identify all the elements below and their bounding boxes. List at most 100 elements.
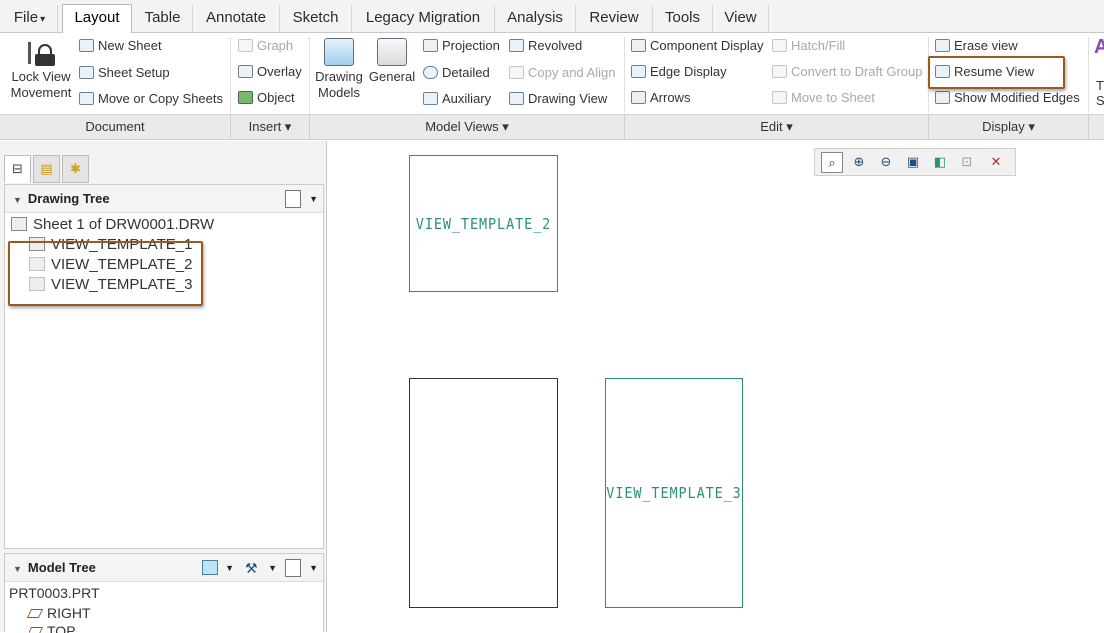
tab-annotate[interactable]: Annotate [193,5,280,32]
zoom-out-icon[interactable]: ⊖ [875,152,897,173]
revolved-button[interactable]: Revolved [509,36,582,56]
collapse-triangle-icon: ▼ [13,195,22,205]
lock-view-movement-button[interactable]: Lock View Movement [8,38,74,101]
group-edit[interactable]: Edit ▾ [625,115,929,140]
component-display-label: Component Display [650,38,764,53]
tab-file[interactable]: File ▾ [2,5,58,32]
model-tree-item-right[interactable]: RIGHT [26,603,91,623]
overlay-button[interactable]: Overlay [238,62,302,82]
graph-button[interactable]: Graph [238,36,293,56]
group-document[interactable]: Document [0,115,231,140]
convert-draft-icon [772,65,787,78]
new-sheet-button[interactable]: New Sheet [79,36,162,56]
projection-icon [423,39,438,52]
graphics-toolbar: ⌕ ⊕ ⊖ ▣ ◧ ⊡ ✕ [814,148,1016,176]
view-template-1-box[interactable] [409,378,558,608]
lock-view-label-1: Lock View [11,69,71,84]
tab-sketch[interactable]: Sketch [280,5,352,32]
tree-settings-icon[interactable] [285,190,301,208]
tools-icon[interactable]: ⚒ [245,560,261,576]
erase-view-button[interactable]: Erase view [935,36,1018,56]
tree-item-sheet[interactable]: Sheet 1 of DRW0001.DRW [11,215,214,235]
drawing-tree-header[interactable]: ▼ Drawing Tree ▼ [5,185,323,213]
move-to-sheet-button[interactable]: Move to Sheet [772,88,875,108]
group-display[interactable]: Display ▾ [929,115,1089,140]
show-modified-edges-button[interactable]: Show Modified Edges [935,88,1080,108]
move-copy-sheets-button[interactable]: Move or Copy Sheets [79,89,223,109]
drawing-models-button[interactable]: Drawing Models [313,38,365,101]
component-display-button[interactable]: Component Display [631,36,763,56]
group-insert[interactable]: Insert ▾ [231,115,310,140]
tab-review[interactable]: Review [576,5,653,32]
drawing-tree-title: Drawing Tree [27,191,110,206]
drawing-view-icon [509,92,524,105]
chevron-down-icon[interactable]: ▼ [268,554,277,582]
revolved-icon [509,39,524,52]
chevron-down-icon[interactable]: ▼ [225,554,234,582]
sheet-setup-button[interactable]: Sheet Setup [79,63,170,83]
arrows-button[interactable]: Arrows [631,88,690,108]
model-tree-header[interactable]: ▼ Model Tree ▼ ⚒ ▼ ▼ [5,554,323,582]
sheet-label: Sheet 1 of DRW0001.DRW [33,216,215,233]
object-label: Object [257,90,295,105]
show-modified-edges-label: Show Modified Edges [954,90,1080,105]
tab-analysis[interactable]: Analysis [495,5,576,32]
copy-align-button[interactable]: Copy and Align [509,63,615,83]
edge-display-icon [631,65,646,78]
model-tree-title: Model Tree [27,560,96,575]
tab-view[interactable]: View [713,5,769,32]
view-template-2-box[interactable]: VIEW_TEMPLATE_2 [409,155,558,292]
datum-plane-icon [26,609,44,618]
convert-draft-group-button[interactable]: Convert to Draft Group [772,62,923,82]
tab-tools[interactable]: Tools [653,5,713,32]
general-view-button[interactable]: General [367,38,417,85]
edge-display-button[interactable]: Edge Display [631,62,727,82]
navigator-pane: ⊟ ▤ ✱ ▼ Drawing Tree ▼ Sheet 1 of DRW0001… [0,141,327,633]
object-button[interactable]: Object [238,88,295,108]
view-templates-highlight [8,241,203,306]
view-template-3-box[interactable]: VIEW_TEMPLATE_3 [605,378,743,608]
chevron-down-icon: ▾ [40,14,46,25]
move-copy-icon [79,92,94,105]
chevron-down-icon[interactable]: ▼ [309,554,318,582]
tab-tree[interactable]: ⊟ [4,155,31,183]
general-view-icon [377,38,407,66]
model-tree-item-top[interactable]: TOP [29,621,76,633]
hatch-fill-label: Hatch/Fill [791,38,846,53]
model-display-icon[interactable] [202,560,218,575]
arrows-icon [631,91,646,104]
cut-off-label-s: S [1096,93,1104,108]
show-modified-edges-icon [935,91,950,104]
chevron-down-icon[interactable]: ▼ [309,185,318,213]
tab-table[interactable]: Table [133,5,193,32]
annotation-display-icon[interactable]: ⊡ [956,152,978,173]
drawing-view-button[interactable]: Drawing View [509,89,607,109]
tab-favorites[interactable]: ✱ [62,155,89,183]
zoom-in-icon[interactable]: ⊕ [848,152,870,173]
display-style-icon[interactable]: ◧ [929,152,951,173]
text-style-icon[interactable]: A [1094,36,1104,58]
auxiliary-button[interactable]: Auxiliary [423,89,491,109]
new-sheet-label: New Sheet [98,38,162,53]
tree-settings-icon[interactable] [285,559,301,577]
sheet-icon [11,217,27,231]
detailed-icon [423,66,438,79]
tree-icon: ⊟ [12,161,23,176]
move-to-sheet-label: Move to Sheet [791,90,875,105]
drawing-tree-panel: ▼ Drawing Tree ▼ Sheet 1 of DRW0001.DRW V… [4,184,324,549]
projection-button[interactable]: Projection [423,36,500,56]
tab-layers[interactable]: ▤ [33,155,60,183]
right-label: RIGHT [47,605,91,621]
tab-layout[interactable]: Layout [62,4,132,34]
model-tree-root[interactable]: PRT0003.PRT [9,583,100,603]
detailed-button[interactable]: Detailed [423,63,490,83]
refit-icon[interactable]: ⌕ [821,152,843,173]
drawing-models-label-1: Drawing [315,69,363,84]
new-sheet-icon [79,39,94,52]
group-model-views[interactable]: Model Views ▾ [310,115,625,140]
datum-display-icon[interactable]: ✕ [985,152,1007,173]
drawing-view-label: Drawing View [528,91,608,106]
hatch-fill-button[interactable]: Hatch/Fill [772,36,845,56]
tab-legacy-migration[interactable]: Legacy Migration [352,5,495,32]
repaint-icon[interactable]: ▣ [902,152,924,173]
